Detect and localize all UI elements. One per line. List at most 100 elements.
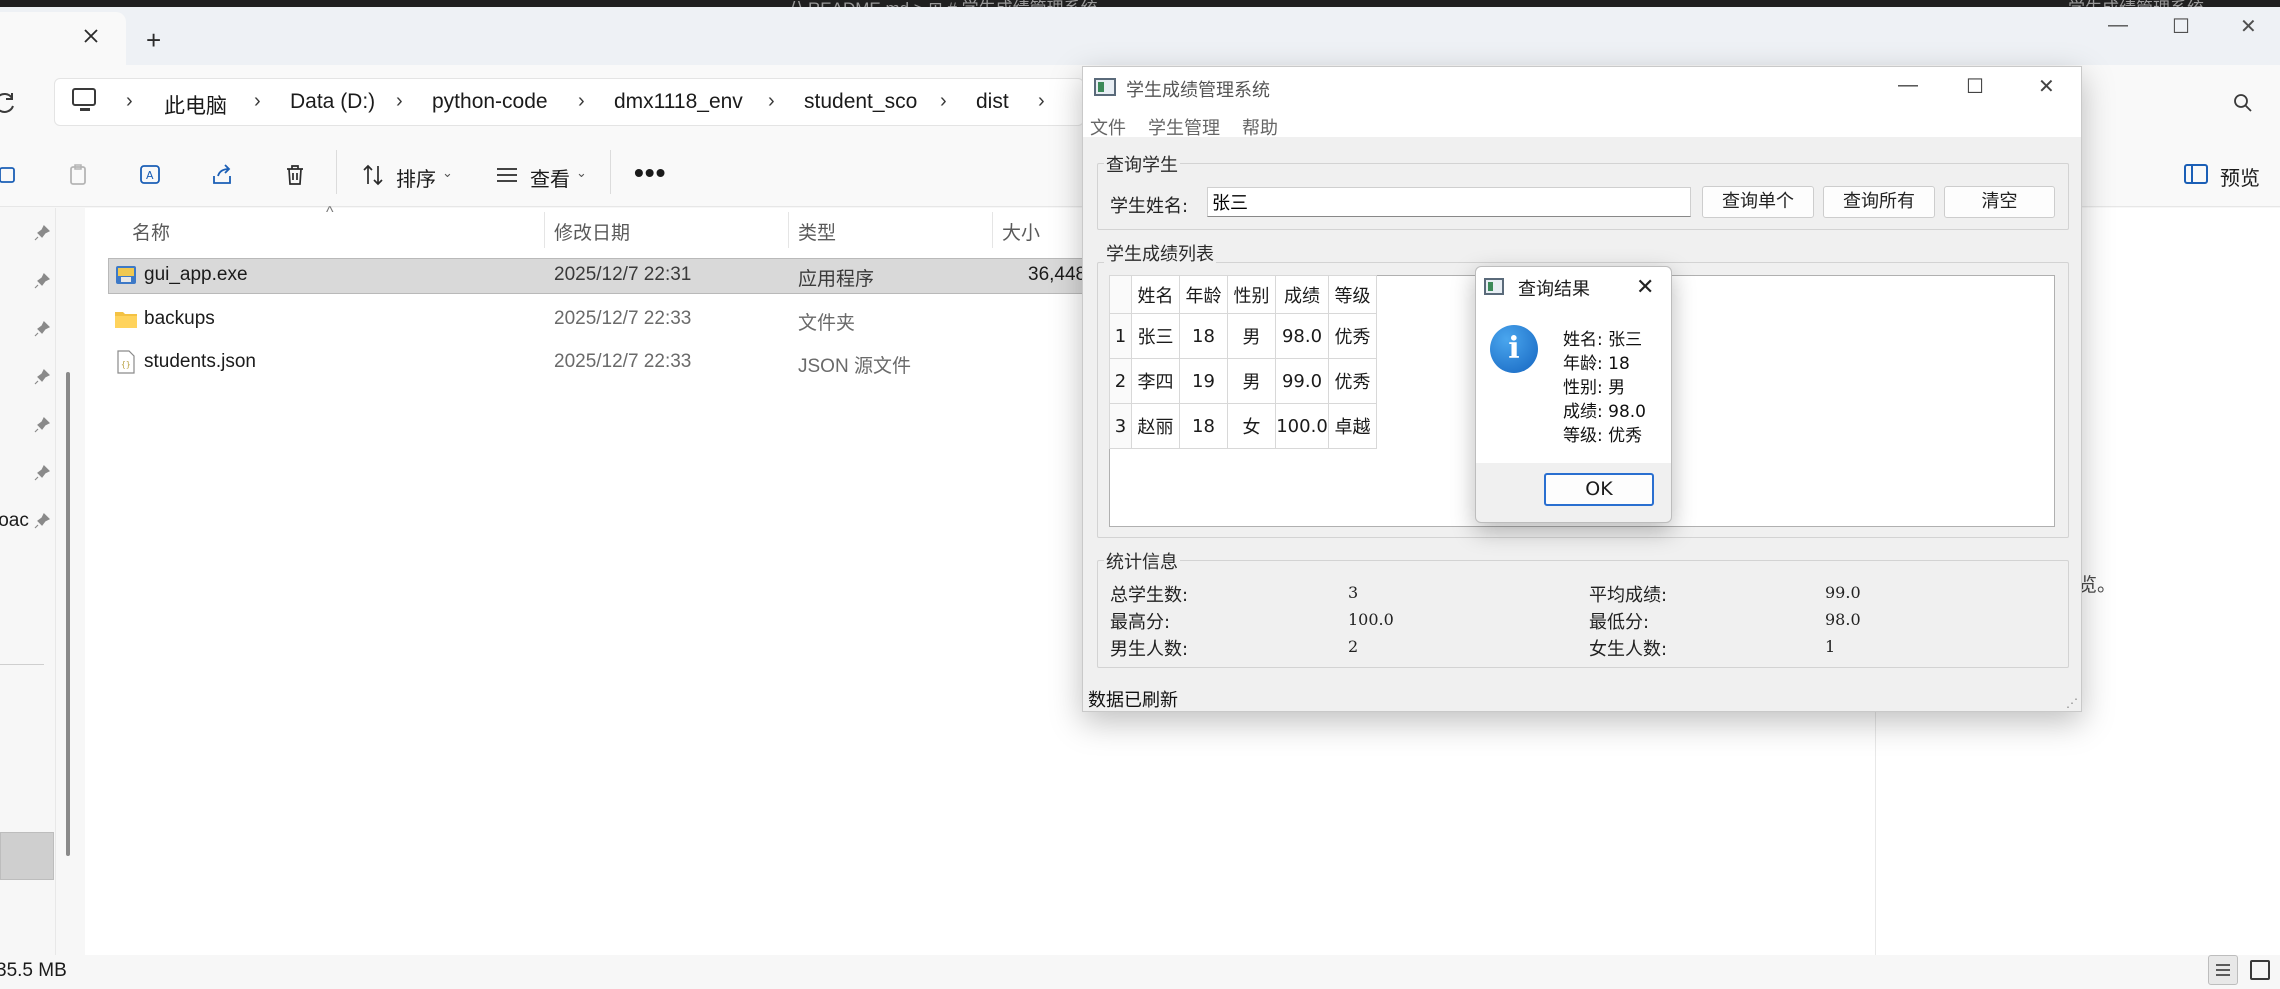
ok-button[interactable]: OK bbox=[1544, 473, 1654, 506]
minimize-button[interactable]: — bbox=[2108, 14, 2128, 37]
dialog-close-icon[interactable]: ✕ bbox=[1636, 274, 1654, 300]
column-header-size[interactable]: 大小 bbox=[1002, 218, 1040, 245]
maximize-button[interactable]: ☐ bbox=[2172, 14, 2190, 39]
column-header-type[interactable]: 类型 bbox=[798, 218, 836, 245]
app-minimize-button[interactable]: — bbox=[1898, 74, 1918, 97]
query-all-button[interactable]: 查询所有 bbox=[1823, 186, 1935, 218]
new-tab-button[interactable]: + bbox=[146, 27, 161, 53]
sort-icon[interactable] bbox=[360, 162, 386, 188]
search-icon[interactable] bbox=[2232, 92, 2254, 114]
cell-score[interactable]: 99.0 bbox=[1275, 358, 1329, 404]
breadcrumb-item[interactable]: dmx1118_env bbox=[614, 90, 743, 114]
pin-icon[interactable] bbox=[32, 511, 52, 531]
breadcrumb-item[interactable]: python-code bbox=[432, 90, 548, 114]
more-options-button[interactable]: ••• bbox=[634, 157, 666, 189]
details-view-button[interactable] bbox=[2208, 955, 2238, 985]
table-row[interactable]: 2 李四 19 男 99.0 优秀 bbox=[1109, 358, 1377, 404]
cell-name[interactable]: 张三 bbox=[1131, 313, 1180, 359]
breadcrumb-chevron-icon[interactable]: › bbox=[126, 90, 133, 113]
pin-icon[interactable] bbox=[32, 271, 52, 291]
pin-icon[interactable] bbox=[32, 367, 52, 387]
delete-icon[interactable] bbox=[282, 162, 308, 188]
preview-pane-button[interactable]: 预览 bbox=[2220, 162, 2260, 191]
refresh-icon[interactable] bbox=[0, 90, 18, 116]
row-number[interactable]: 1 bbox=[1109, 313, 1132, 359]
breadcrumb-item[interactable]: Data (D:) bbox=[290, 90, 375, 114]
cell-gender[interactable]: 女 bbox=[1227, 403, 1276, 449]
column-header-name[interactable]: 名称 bbox=[132, 218, 170, 245]
menu-help[interactable]: 帮助 bbox=[1242, 118, 1278, 139]
nav-scrollbar[interactable] bbox=[66, 372, 70, 856]
table-header-grade[interactable]: 等级 bbox=[1328, 275, 1377, 314]
menu-bar: 文件 学生管理 帮助 bbox=[1090, 114, 1300, 140]
cell-name[interactable]: 赵丽 bbox=[1131, 403, 1180, 449]
breadcrumb-chevron-icon[interactable]: › bbox=[768, 90, 775, 113]
table-header-name[interactable]: 姓名 bbox=[1131, 275, 1180, 314]
folder-icon bbox=[115, 312, 137, 328]
stats-group-title: 统计信息 bbox=[1104, 548, 1180, 574]
breadcrumb-item[interactable]: student_sco bbox=[804, 90, 917, 114]
resize-grip-icon[interactable]: ⋰ bbox=[2066, 696, 2078, 710]
paste-icon[interactable] bbox=[66, 162, 92, 188]
column-separator[interactable] bbox=[544, 212, 545, 248]
explorer-tab[interactable] bbox=[0, 12, 126, 67]
copy-path-icon[interactable] bbox=[0, 162, 20, 188]
cell-grade[interactable]: 优秀 bbox=[1328, 358, 1377, 404]
table-header-age[interactable]: 年龄 bbox=[1179, 275, 1228, 314]
preview-pane-icon[interactable] bbox=[2184, 164, 2208, 184]
row-number[interactable]: 3 bbox=[1109, 403, 1132, 449]
pin-icon[interactable] bbox=[32, 415, 52, 435]
student-table-grid: 姓名 年龄 性别 成绩 等级 1 张三 18 男 98.0 优秀 2 李四 19… bbox=[1109, 275, 1377, 449]
cell-grade[interactable]: 卓越 bbox=[1328, 403, 1377, 449]
app-maximize-button[interactable]: ☐ bbox=[1966, 74, 1984, 99]
app-close-button[interactable]: ✕ bbox=[2038, 74, 2055, 99]
column-separator[interactable] bbox=[992, 212, 993, 248]
sort-button[interactable]: 排序 bbox=[396, 163, 436, 192]
cell-age[interactable]: 18 bbox=[1179, 403, 1228, 449]
row-number[interactable]: 2 bbox=[1109, 358, 1132, 404]
breadcrumb-item[interactable]: dist bbox=[976, 90, 1009, 114]
query-one-button[interactable]: 查询单个 bbox=[1702, 186, 1814, 218]
breadcrumb-chevron-icon[interactable]: › bbox=[254, 90, 261, 113]
close-button[interactable]: ✕ bbox=[2240, 14, 2257, 39]
cell-score[interactable]: 100.0 bbox=[1275, 403, 1329, 449]
cell-name[interactable]: 李四 bbox=[1131, 358, 1180, 404]
file-name[interactable]: backups bbox=[144, 308, 215, 330]
share-icon[interactable] bbox=[210, 162, 236, 188]
chevron-down-icon[interactable]: ⌄ bbox=[442, 165, 453, 181]
menu-student-management[interactable]: 学生管理 bbox=[1148, 118, 1220, 139]
large-icons-view-icon[interactable] bbox=[2250, 960, 2270, 980]
file-name[interactable]: students.json bbox=[144, 351, 256, 373]
view-icon[interactable] bbox=[494, 162, 520, 188]
breadcrumb-chevron-icon[interactable]: › bbox=[940, 90, 947, 113]
table-row[interactable]: 1 张三 18 男 98.0 优秀 bbox=[1109, 313, 1377, 359]
student-name-input[interactable] bbox=[1207, 187, 1691, 217]
breadcrumb-chevron-icon[interactable]: › bbox=[578, 90, 585, 113]
cell-age[interactable]: 18 bbox=[1179, 313, 1228, 359]
chevron-down-icon[interactable]: ⌄ bbox=[576, 165, 587, 181]
cell-gender[interactable]: 男 bbox=[1227, 358, 1276, 404]
file-name[interactable]: gui_app.exe bbox=[144, 264, 248, 286]
cell-score[interactable]: 98.0 bbox=[1275, 313, 1329, 359]
table-row[interactable]: 3 赵丽 18 女 100.0 卓越 bbox=[1109, 403, 1377, 449]
nav-item-downloads[interactable]: loac bbox=[0, 510, 29, 532]
cell-age[interactable]: 19 bbox=[1179, 358, 1228, 404]
clear-button[interactable]: 清空 bbox=[1944, 186, 2055, 218]
table-header-score[interactable]: 成绩 bbox=[1275, 275, 1329, 314]
breadcrumb-chevron-icon[interactable]: › bbox=[396, 90, 403, 113]
column-separator[interactable] bbox=[788, 212, 789, 248]
tab-close-icon[interactable] bbox=[80, 25, 102, 47]
column-header-date[interactable]: 修改日期 bbox=[554, 218, 630, 245]
menu-file[interactable]: 文件 bbox=[1090, 118, 1126, 139]
table-header-gender[interactable]: 性别 bbox=[1227, 275, 1276, 314]
pin-icon[interactable] bbox=[32, 463, 52, 483]
breadcrumb-chevron-icon[interactable]: › bbox=[1038, 90, 1045, 113]
cell-gender[interactable]: 男 bbox=[1227, 313, 1276, 359]
cell-grade[interactable]: 优秀 bbox=[1328, 313, 1377, 359]
rename-icon[interactable]: A bbox=[138, 162, 164, 188]
nav-selected-item[interactable] bbox=[0, 832, 54, 880]
breadcrumb-item[interactable]: 此电脑 bbox=[164, 90, 227, 120]
pin-icon[interactable] bbox=[32, 223, 52, 243]
pin-icon[interactable] bbox=[32, 319, 52, 339]
view-button[interactable]: 查看 bbox=[530, 163, 570, 192]
